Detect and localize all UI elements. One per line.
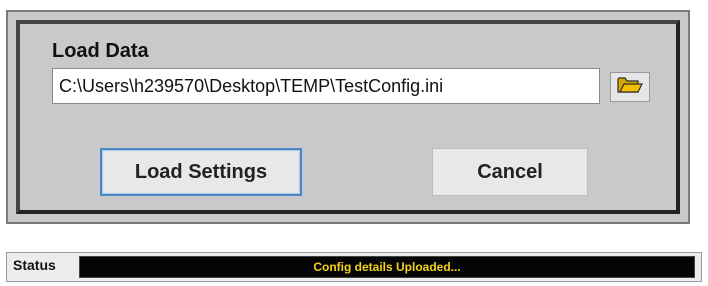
status-message: Config details Uploaded... (313, 260, 461, 274)
config-path-input[interactable] (52, 68, 600, 104)
status-label: Status (13, 257, 56, 273)
browse-folder-button[interactable] (610, 72, 650, 102)
load-data-dialog: Load Data Load Settings Cancel (16, 20, 680, 214)
load-settings-button[interactable]: Load Settings (100, 148, 302, 196)
status-bar: Status Config details Uploaded... (6, 252, 702, 282)
cancel-button[interactable]: Cancel (432, 148, 588, 196)
status-display: Config details Uploaded... (79, 256, 695, 278)
folder-open-icon (617, 76, 643, 99)
load-data-dialog-frame: Load Data Load Settings Cancel (6, 10, 690, 224)
load-data-heading: Load Data (52, 40, 149, 62)
